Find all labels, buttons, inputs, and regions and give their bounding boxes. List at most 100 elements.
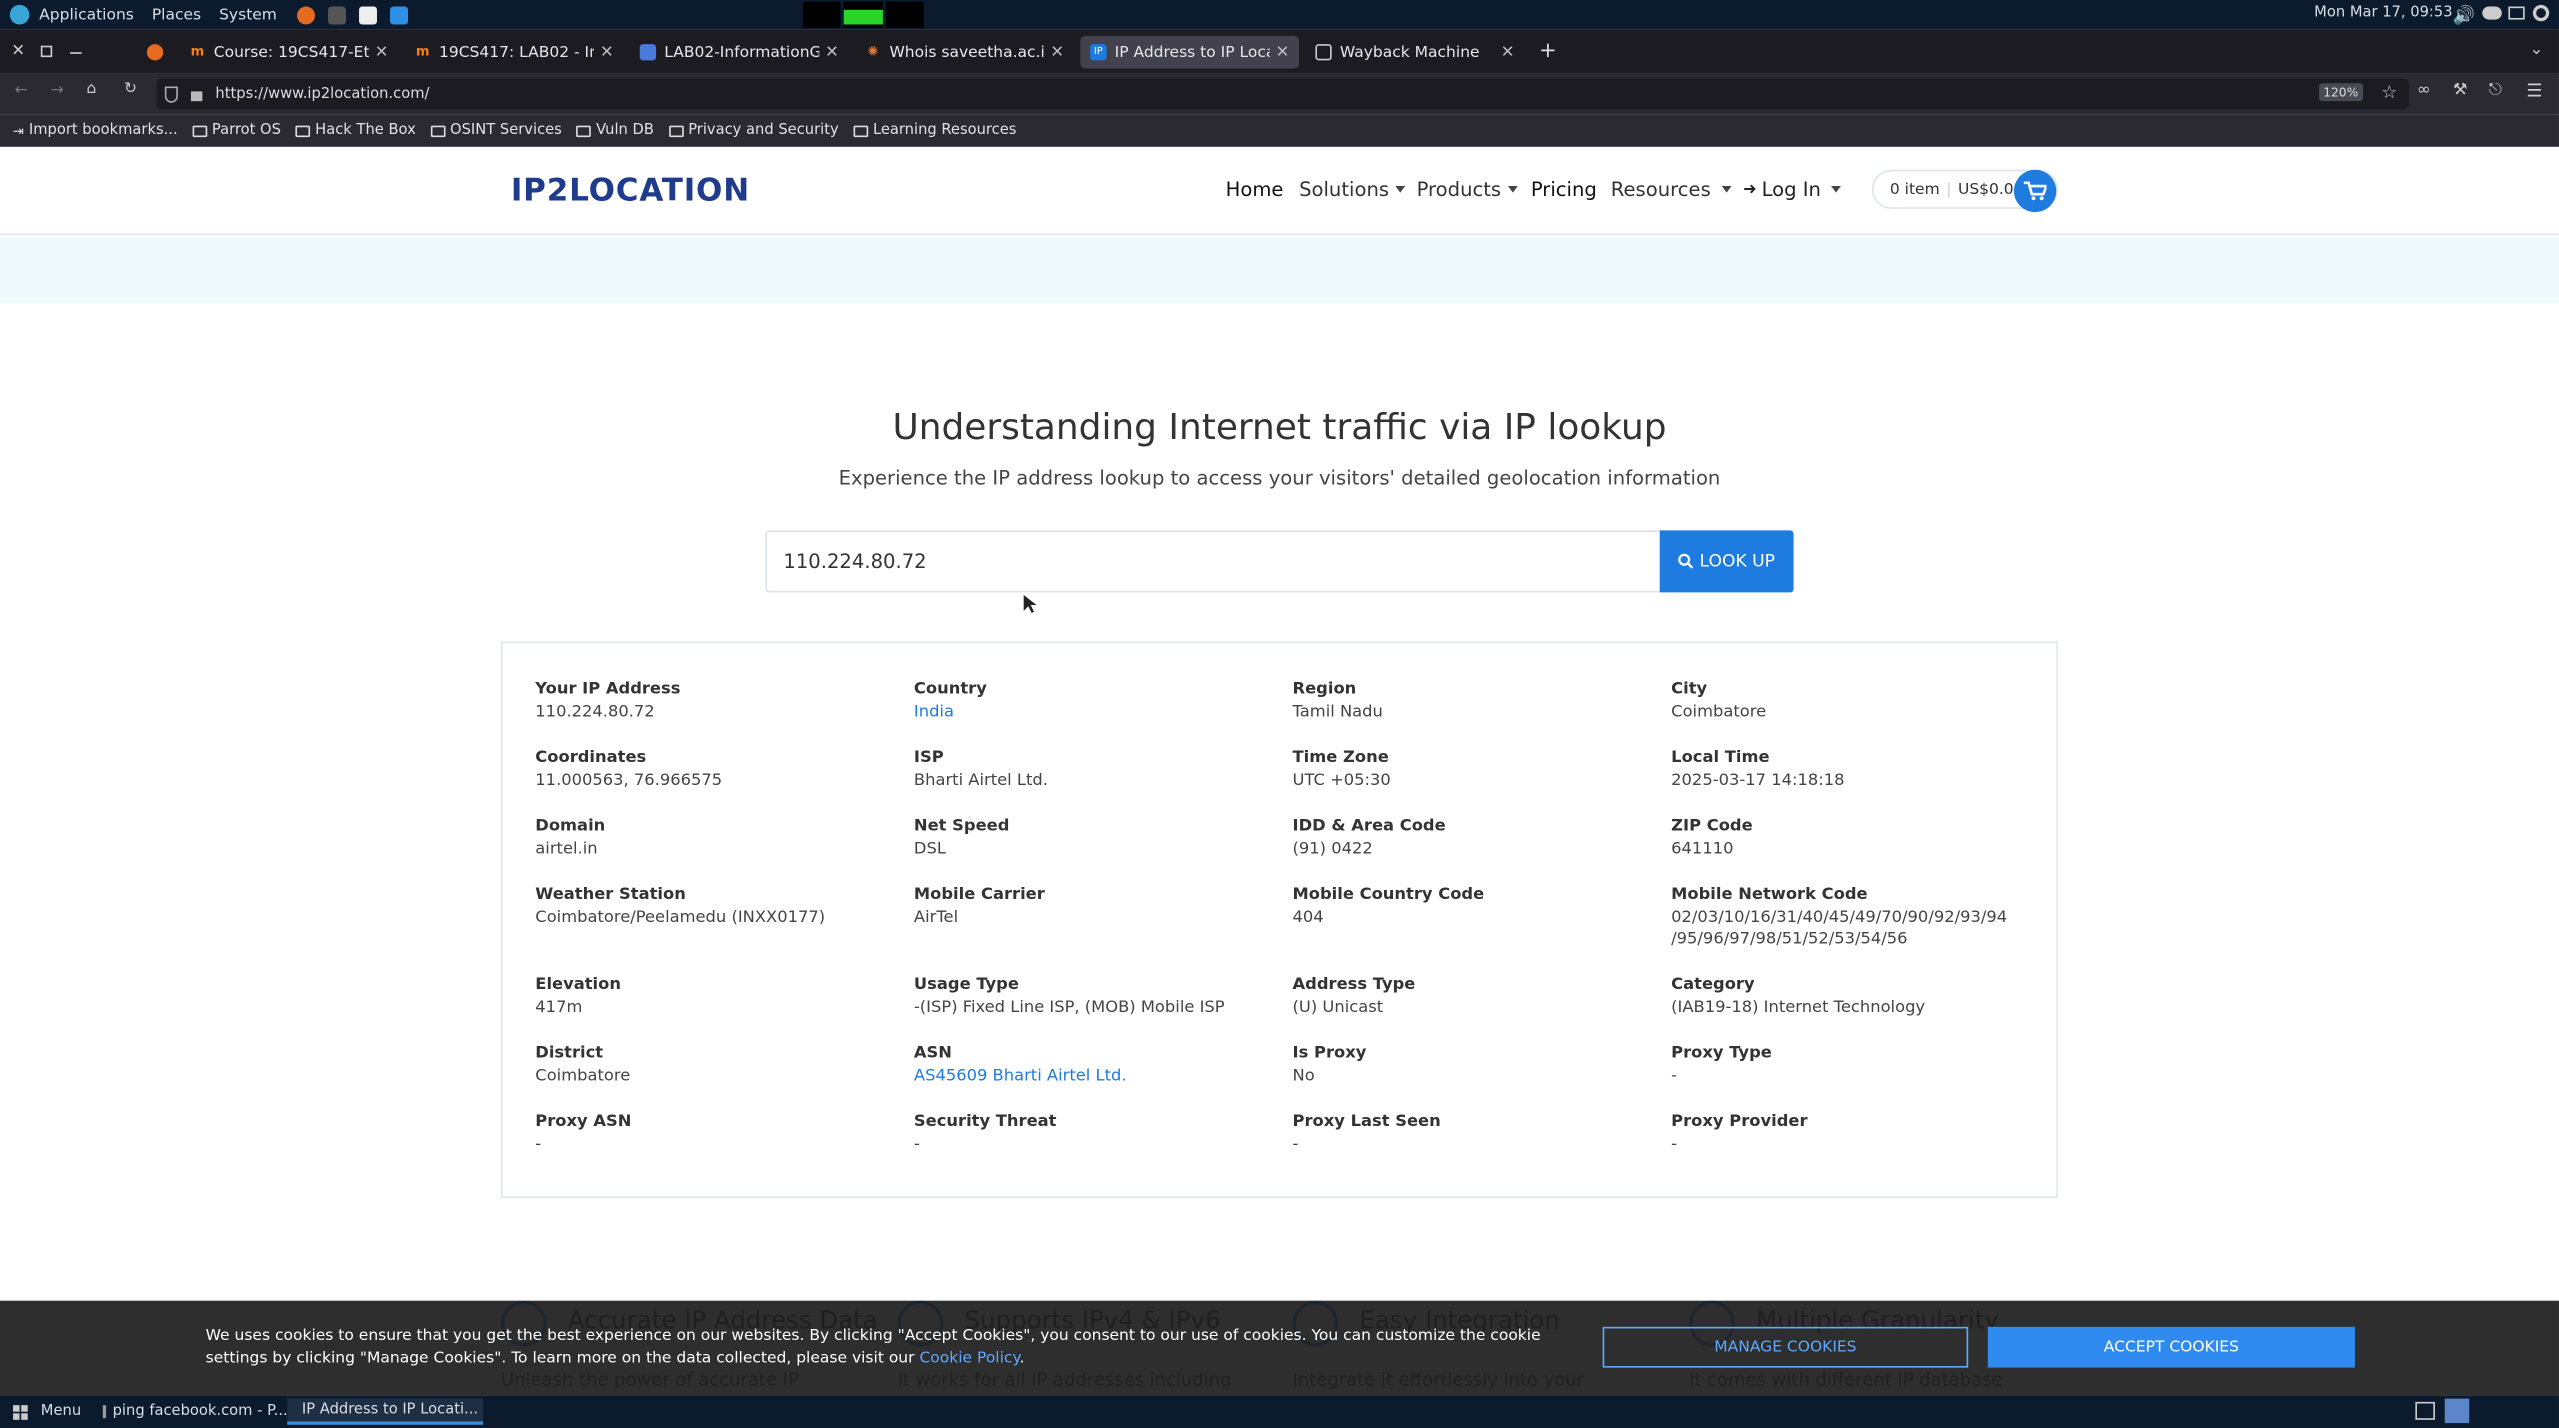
moodle-icon: m xyxy=(415,44,430,59)
import-icon: ⇥ xyxy=(13,123,24,138)
list-tabs-icon[interactable]: ⌄ xyxy=(2530,41,2544,59)
tray-app-icon[interactable] xyxy=(2444,1398,2470,1424)
bookmark-import[interactable]: ⇥ Import bookmarks... xyxy=(13,122,178,138)
applications-menu[interactable]: Applications xyxy=(39,6,134,24)
wrench-icon[interactable]: ⚒ xyxy=(2453,82,2468,100)
result-elevation: Elevation 417m xyxy=(535,974,894,1018)
forward-icon[interactable]: → xyxy=(51,82,64,100)
tab-firefox[interactable] xyxy=(137,36,173,69)
extensions-icon[interactable]: ⎋ xyxy=(2489,82,2502,100)
close-tab-icon[interactable]: ✕ xyxy=(1276,43,1290,61)
result-category: Category (IAB19-18) Internet Technology xyxy=(1671,974,2030,1018)
nav-solutions[interactable]: Solutions xyxy=(1299,178,1406,201)
bookmark-privacy-security[interactable]: Privacy and Security xyxy=(668,122,839,139)
result-value: 11.000563, 76.966575 xyxy=(535,771,723,790)
ip-lookup-input[interactable] xyxy=(765,530,1662,593)
home-icon[interactable]: ⌂ xyxy=(86,80,96,98)
result-value: - xyxy=(913,1135,920,1154)
result-value: DSL xyxy=(913,840,946,859)
tab-lab02-doc[interactable]: LAB02-InformationGathe ✕ xyxy=(630,36,849,69)
cart-button[interactable] xyxy=(2013,169,2057,213)
private-mask-icon[interactable]: ∞ xyxy=(2417,82,2431,100)
bookmark-learning-resources[interactable]: Learning Resources xyxy=(853,122,1016,139)
back-icon[interactable]: ← xyxy=(15,82,28,100)
result-time-zone: Time Zone UTC +05:30 xyxy=(1293,747,1652,791)
workspace-switcher[interactable] xyxy=(802,1,924,28)
nav-resources[interactable]: Resources xyxy=(1611,178,1733,201)
result-label: Time Zone xyxy=(1292,749,1389,768)
taskbar-firefox[interactable]: IP Address to IP Locati... xyxy=(287,1398,484,1425)
result-label: Country xyxy=(913,680,987,699)
result-address-type: Address Type (U) Unicast xyxy=(1293,974,1652,1018)
start-menu-button[interactable]: Menu xyxy=(5,1399,89,1425)
hero-title: Understanding Internet traffic via IP lo… xyxy=(892,408,1667,449)
battery-icon[interactable] xyxy=(2508,6,2525,20)
result-value: -(ISP) Fixed Line ISP, (MOB) Mobile ISP xyxy=(913,998,1225,1017)
nav-products[interactable]: Products xyxy=(1417,178,1518,201)
clock[interactable]: Mon Mar 17, 09:53 xyxy=(2314,5,2452,21)
moodle-icon: m xyxy=(190,44,205,59)
bookmark-hack-the-box[interactable]: Hack The Box xyxy=(295,122,416,139)
new-tab-button[interactable]: + xyxy=(1539,39,1557,63)
result-mobile-country-code: Mobile Country Code 404 xyxy=(1293,885,1652,929)
tab-ip2location[interactable]: IP IP Address to IP Location ✕ xyxy=(1080,35,1300,69)
vscode-launcher-icon[interactable] xyxy=(389,5,408,24)
result-label: Coordinates xyxy=(535,749,647,768)
ip2location-icon: IP xyxy=(1090,44,1107,61)
nav-login[interactable]: ➜ Log In xyxy=(1743,178,1841,201)
document-icon xyxy=(639,44,657,61)
nav-pricing[interactable]: Pricing xyxy=(1531,178,1597,201)
lookup-button[interactable]: LOOK UP xyxy=(1659,530,1794,593)
result-usage-type: Usage Type -(ISP) Fixed Line ISP, (MOB) M… xyxy=(914,974,1273,1018)
url-bar[interactable]: https://www.ip2location.com/ 120% ☆ xyxy=(156,78,2409,110)
mouse-cursor-icon xyxy=(1023,594,1038,615)
bookmark-vuln-db[interactable]: Vuln DB xyxy=(576,122,654,139)
tab-whois[interactable]: ✺ Whois saveetha.ac.in ✕ xyxy=(855,36,1074,69)
tab-lab02[interactable]: m 19CS417: LAB02 - Inform ✕ xyxy=(405,36,624,69)
close-tab-icon[interactable]: ✕ xyxy=(1050,43,1064,61)
bookmark-star-icon[interactable]: ☆ xyxy=(2381,82,2397,103)
cookie-policy-link[interactable]: Cookie Policy xyxy=(919,1349,1019,1367)
browser-tab-bar: ✕ m Course: 19CS417-Ethical I ✕ m 19CS41… xyxy=(0,29,2559,74)
cart-widget[interactable]: 0 item | US$0.00 xyxy=(1871,169,2058,213)
network-icon[interactable] xyxy=(2482,6,2502,20)
close-window-icon[interactable]: ✕ xyxy=(11,42,25,60)
firefox-launcher-icon[interactable] xyxy=(296,5,315,24)
reload-icon[interactable]: ↻ xyxy=(124,80,137,98)
result-value: - xyxy=(1671,1067,1678,1086)
bookmark-parrot-os[interactable]: Parrot OS xyxy=(192,122,281,139)
close-tab-icon[interactable]: ✕ xyxy=(600,43,614,61)
result-link[interactable]: India xyxy=(914,702,1273,723)
manage-cookies-button[interactable]: MANAGE COOKIES xyxy=(1602,1326,1969,1368)
close-tab-icon[interactable]: ✕ xyxy=(825,43,839,61)
text-editor-launcher-icon[interactable] xyxy=(358,5,377,24)
places-menu[interactable]: Places xyxy=(152,6,201,24)
parrot-logo-icon[interactable] xyxy=(9,4,30,25)
zoom-level[interactable]: 120% xyxy=(2318,83,2364,102)
volume-icon[interactable]: 🔊 xyxy=(2453,5,2475,26)
accept-cookies-button[interactable]: ACCEPT COOKIES xyxy=(1987,1326,2355,1368)
minimize-window-icon[interactable] xyxy=(70,52,82,54)
ip2location-logo[interactable]: IP2LOCATION xyxy=(511,173,750,209)
result-label: Usage Type xyxy=(913,975,1019,994)
tab-wayback[interactable]: Wayback Machine ✕ xyxy=(1306,36,1525,69)
taskbar-terminal[interactable]: ping facebook.com - P... xyxy=(95,1399,288,1425)
lock-icon[interactable] xyxy=(190,91,203,102)
nav-home[interactable]: Home xyxy=(1226,178,1284,201)
system-menu[interactable]: System xyxy=(219,6,277,24)
close-tab-icon[interactable]: ✕ xyxy=(1501,43,1515,61)
tab-course[interactable]: m Course: 19CS417-Ethical I ✕ xyxy=(180,36,399,69)
restore-window-icon[interactable] xyxy=(40,45,53,58)
screenshot-tray-icon[interactable] xyxy=(2415,1401,2435,1420)
hamburger-menu-icon[interactable]: ☰ xyxy=(2526,80,2542,101)
url-text[interactable]: https://www.ip2location.com/ xyxy=(215,86,429,102)
whois-icon: ✺ xyxy=(867,44,879,59)
power-icon[interactable] xyxy=(2532,4,2550,22)
close-tab-icon[interactable]: ✕ xyxy=(375,43,389,61)
result-label: ASN xyxy=(913,1044,952,1063)
bookmark-osint-services[interactable]: OSINT Services xyxy=(430,122,562,139)
shield-icon[interactable] xyxy=(164,85,178,102)
result-link[interactable]: AS45609 Bharti Airtel Ltd. xyxy=(914,1066,1273,1087)
terminal-launcher-icon[interactable] xyxy=(327,5,346,24)
result-label: Mobile Carrier xyxy=(913,886,1045,905)
